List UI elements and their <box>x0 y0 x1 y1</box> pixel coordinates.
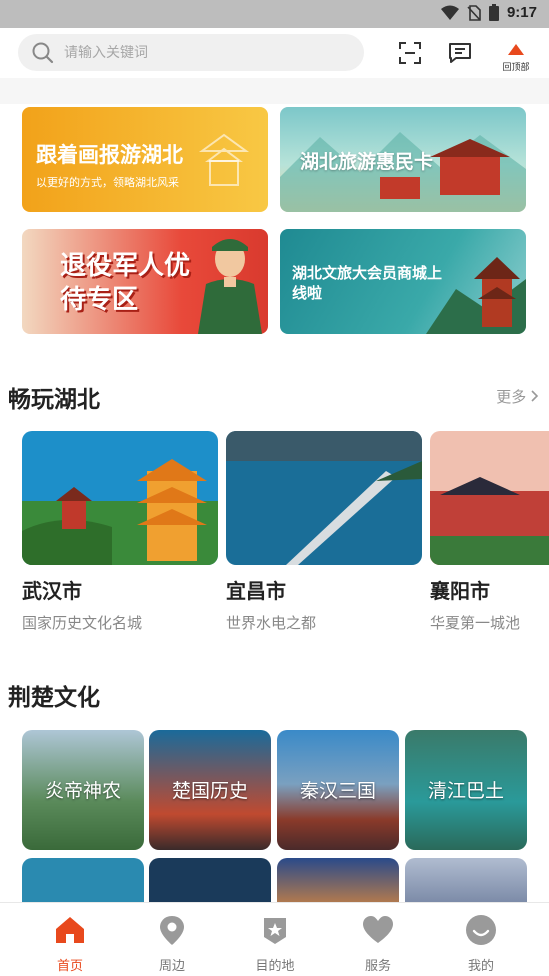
tab-label: 我的 <box>467 959 494 974</box>
tab-label: 周边 <box>158 959 185 974</box>
city-name: 武汉市 <box>22 579 82 603</box>
scan-icon <box>399 42 421 64</box>
tab-service[interactable]: 服务 <box>348 913 408 974</box>
city-desc: 世界水电之都 <box>226 614 317 632</box>
heart-icon <box>363 916 393 943</box>
tab-mine[interactable]: 我的 <box>451 913 511 974</box>
banner-pictorial-tour[interactable]: 跟着画报游湖北 以更好的方式，领略湖北风采 <box>22 107 268 212</box>
three-gorges-dam-image <box>226 431 422 565</box>
tab-home[interactable]: 首页 <box>40 913 100 974</box>
no-sim-icon <box>467 4 481 21</box>
tab-label: 首页 <box>56 959 83 974</box>
location-pin-icon <box>160 916 184 945</box>
city-card-wuhan[interactable]: 武汉市 国家历史文化名城 <box>22 431 218 633</box>
banner-subtitle: 以更好的方式，领略湖北风采 <box>36 176 179 189</box>
message-icon <box>449 43 471 63</box>
bottom-tab-bar: 首页 周边 目的地 服务 我的 <box>0 902 549 976</box>
culture-label: 炎帝神农 <box>44 780 121 802</box>
culture-card-chu-history[interactable]: 楚国历史 <box>149 730 271 850</box>
section-title-play: 畅玩湖北 <box>8 387 100 413</box>
city-desc: 国家历史文化名城 <box>22 614 143 632</box>
banner-title: 湖北旅游惠民卡 <box>300 151 434 173</box>
back-to-top-label: 回顶部 <box>502 63 530 73</box>
section-title-culture: 荆楚文化 <box>8 685 100 711</box>
tab-nearby[interactable]: 周边 <box>142 913 202 974</box>
culture-card-yandi[interactable]: 炎帝神农 <box>22 730 144 850</box>
city-card-yichang[interactable]: 宜昌市 世界水电之都 <box>226 431 422 633</box>
banner-member-mall[interactable]: 湖北文旅大会员商城上线啦 <box>280 229 526 334</box>
search-bar[interactable] <box>18 34 364 71</box>
banner-veterans[interactable]: 退役军人优待专区 <box>22 229 268 334</box>
banner-title: 退役军人优待专区 <box>60 251 191 315</box>
yellow-crane-tower-image <box>22 431 218 565</box>
message-button[interactable] <box>447 40 473 66</box>
banner-title: 湖北文旅大会员商城上线啦 <box>292 264 443 302</box>
city-image <box>430 431 549 565</box>
search-input[interactable] <box>64 44 324 61</box>
battery-icon <box>488 4 499 21</box>
scan-button[interactable] <box>397 40 423 66</box>
culture-label: 秦汉三国 <box>299 780 376 802</box>
tab-destination[interactable]: 目的地 <box>245 913 305 974</box>
culture-card-qingjiang[interactable]: 清江巴土 <box>405 730 527 850</box>
tab-label: 目的地 <box>255 959 295 974</box>
status-bar: 9:17 <box>0 0 549 28</box>
city-image <box>22 431 218 565</box>
city-name: 宜昌市 <box>226 579 286 603</box>
status-time: 9:17 <box>506 4 537 21</box>
home-icon <box>56 917 84 943</box>
search-icon <box>32 42 54 63</box>
city-card-xiangyang[interactable]: 襄阳市 华夏第一城池 <box>430 431 549 633</box>
city-image <box>226 431 422 565</box>
chevron-right-icon <box>531 390 539 402</box>
smiley-icon <box>466 915 496 945</box>
divider <box>0 78 549 104</box>
more-label: 更多 <box>496 388 527 406</box>
back-to-top-button[interactable]: 回顶部 <box>499 40 533 74</box>
culture-card-qin-han[interactable]: 秦汉三国 <box>277 730 399 850</box>
tab-label: 服务 <box>364 959 391 974</box>
culture-label: 楚国历史 <box>171 780 248 802</box>
arrow-up-icon <box>508 44 524 55</box>
more-link[interactable]: 更多 <box>496 386 539 407</box>
city-desc: 华夏第一城池 <box>430 614 521 632</box>
destination-badge-icon <box>264 918 286 944</box>
banner-benefit-card[interactable]: 湖北旅游惠民卡 <box>280 107 526 212</box>
pavilion-icon <box>198 133 250 186</box>
banner-title: 跟着画报游湖北 <box>36 143 183 167</box>
city-wall-image <box>430 431 549 565</box>
culture-label: 清江巴土 <box>427 780 504 802</box>
search-header: 回顶部 <box>0 28 549 78</box>
wifi-icon <box>440 5 459 20</box>
city-name: 襄阳市 <box>430 579 490 603</box>
